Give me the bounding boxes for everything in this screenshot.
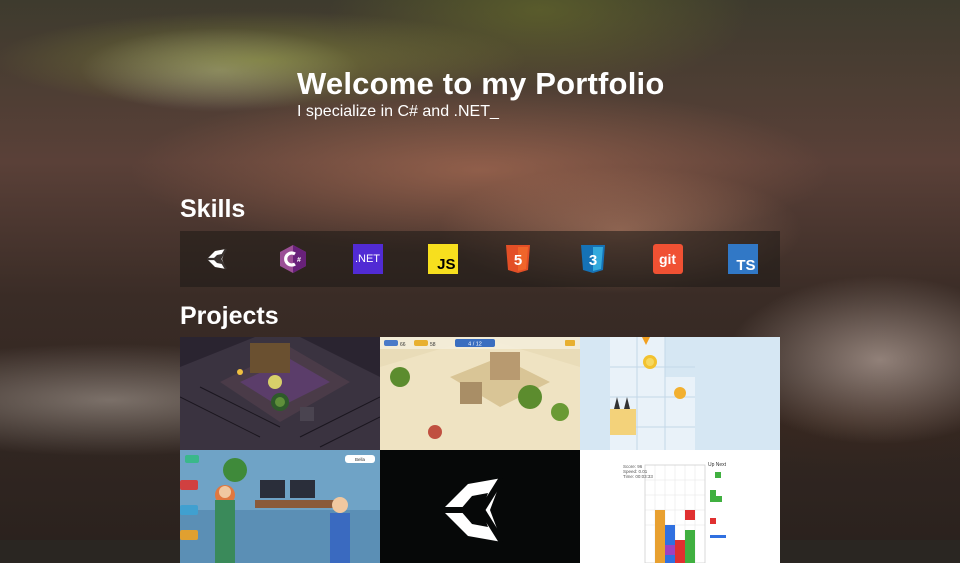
javascript-icon: JS bbox=[427, 243, 459, 275]
svg-text:66: 66 bbox=[400, 342, 406, 348]
dotnet-icon: .NET bbox=[352, 243, 384, 275]
unity-icon bbox=[380, 450, 580, 563]
project-card-desert[interactable]: 66 58 4 / 12 bbox=[380, 337, 580, 450]
html5-icon: 5 bbox=[502, 243, 534, 275]
project-thumbnail: Score: 96 Speed: 0.01 Time: 00:03:33 Up … bbox=[580, 450, 780, 563]
git-icon: git bbox=[652, 243, 684, 275]
svg-text:4 / 12: 4 / 12 bbox=[468, 342, 482, 348]
projects-grid: 66 58 4 / 12 Bella Score: 96 Speed: 0.01… bbox=[180, 337, 780, 563]
skills-bar: # .NET JS 5 3 git TS bbox=[180, 231, 780, 287]
projects-heading: Projects bbox=[180, 302, 279, 330]
csharp-icon: # bbox=[277, 243, 309, 275]
css3-icon: 3 bbox=[577, 243, 609, 275]
svg-text:#: # bbox=[297, 257, 301, 264]
svg-text:58: 58 bbox=[430, 342, 436, 348]
svg-text:Up Next: Up Next bbox=[708, 462, 727, 468]
svg-text:Bella: Bella bbox=[355, 457, 366, 462]
project-card-unity[interactable] bbox=[380, 450, 580, 563]
project-thumbnail bbox=[180, 337, 380, 450]
project-card-puzzle[interactable] bbox=[580, 337, 780, 450]
project-thumbnail: 66 58 4 / 12 bbox=[380, 337, 580, 450]
project-card-tetris[interactable]: Score: 96 Speed: 0.01 Time: 00:03:33 Up … bbox=[580, 450, 780, 563]
project-card-dungeon[interactable] bbox=[180, 337, 380, 450]
project-thumbnail: Bella bbox=[180, 450, 380, 563]
svg-text:3: 3 bbox=[588, 252, 596, 269]
page-subtitle: I specialize in C# and .NET_ bbox=[297, 103, 499, 120]
page-title: Welcome to my Portfolio bbox=[297, 66, 665, 101]
project-thumbnail bbox=[580, 337, 780, 450]
typescript-icon: TS bbox=[727, 243, 759, 275]
svg-text:5: 5 bbox=[513, 252, 521, 269]
svg-text:Time: 00:03:33: Time: 00:03:33 bbox=[623, 474, 653, 479]
skills-heading: Skills bbox=[180, 195, 246, 223]
project-card-office[interactable]: Bella bbox=[180, 450, 380, 563]
unity-icon bbox=[202, 243, 234, 275]
